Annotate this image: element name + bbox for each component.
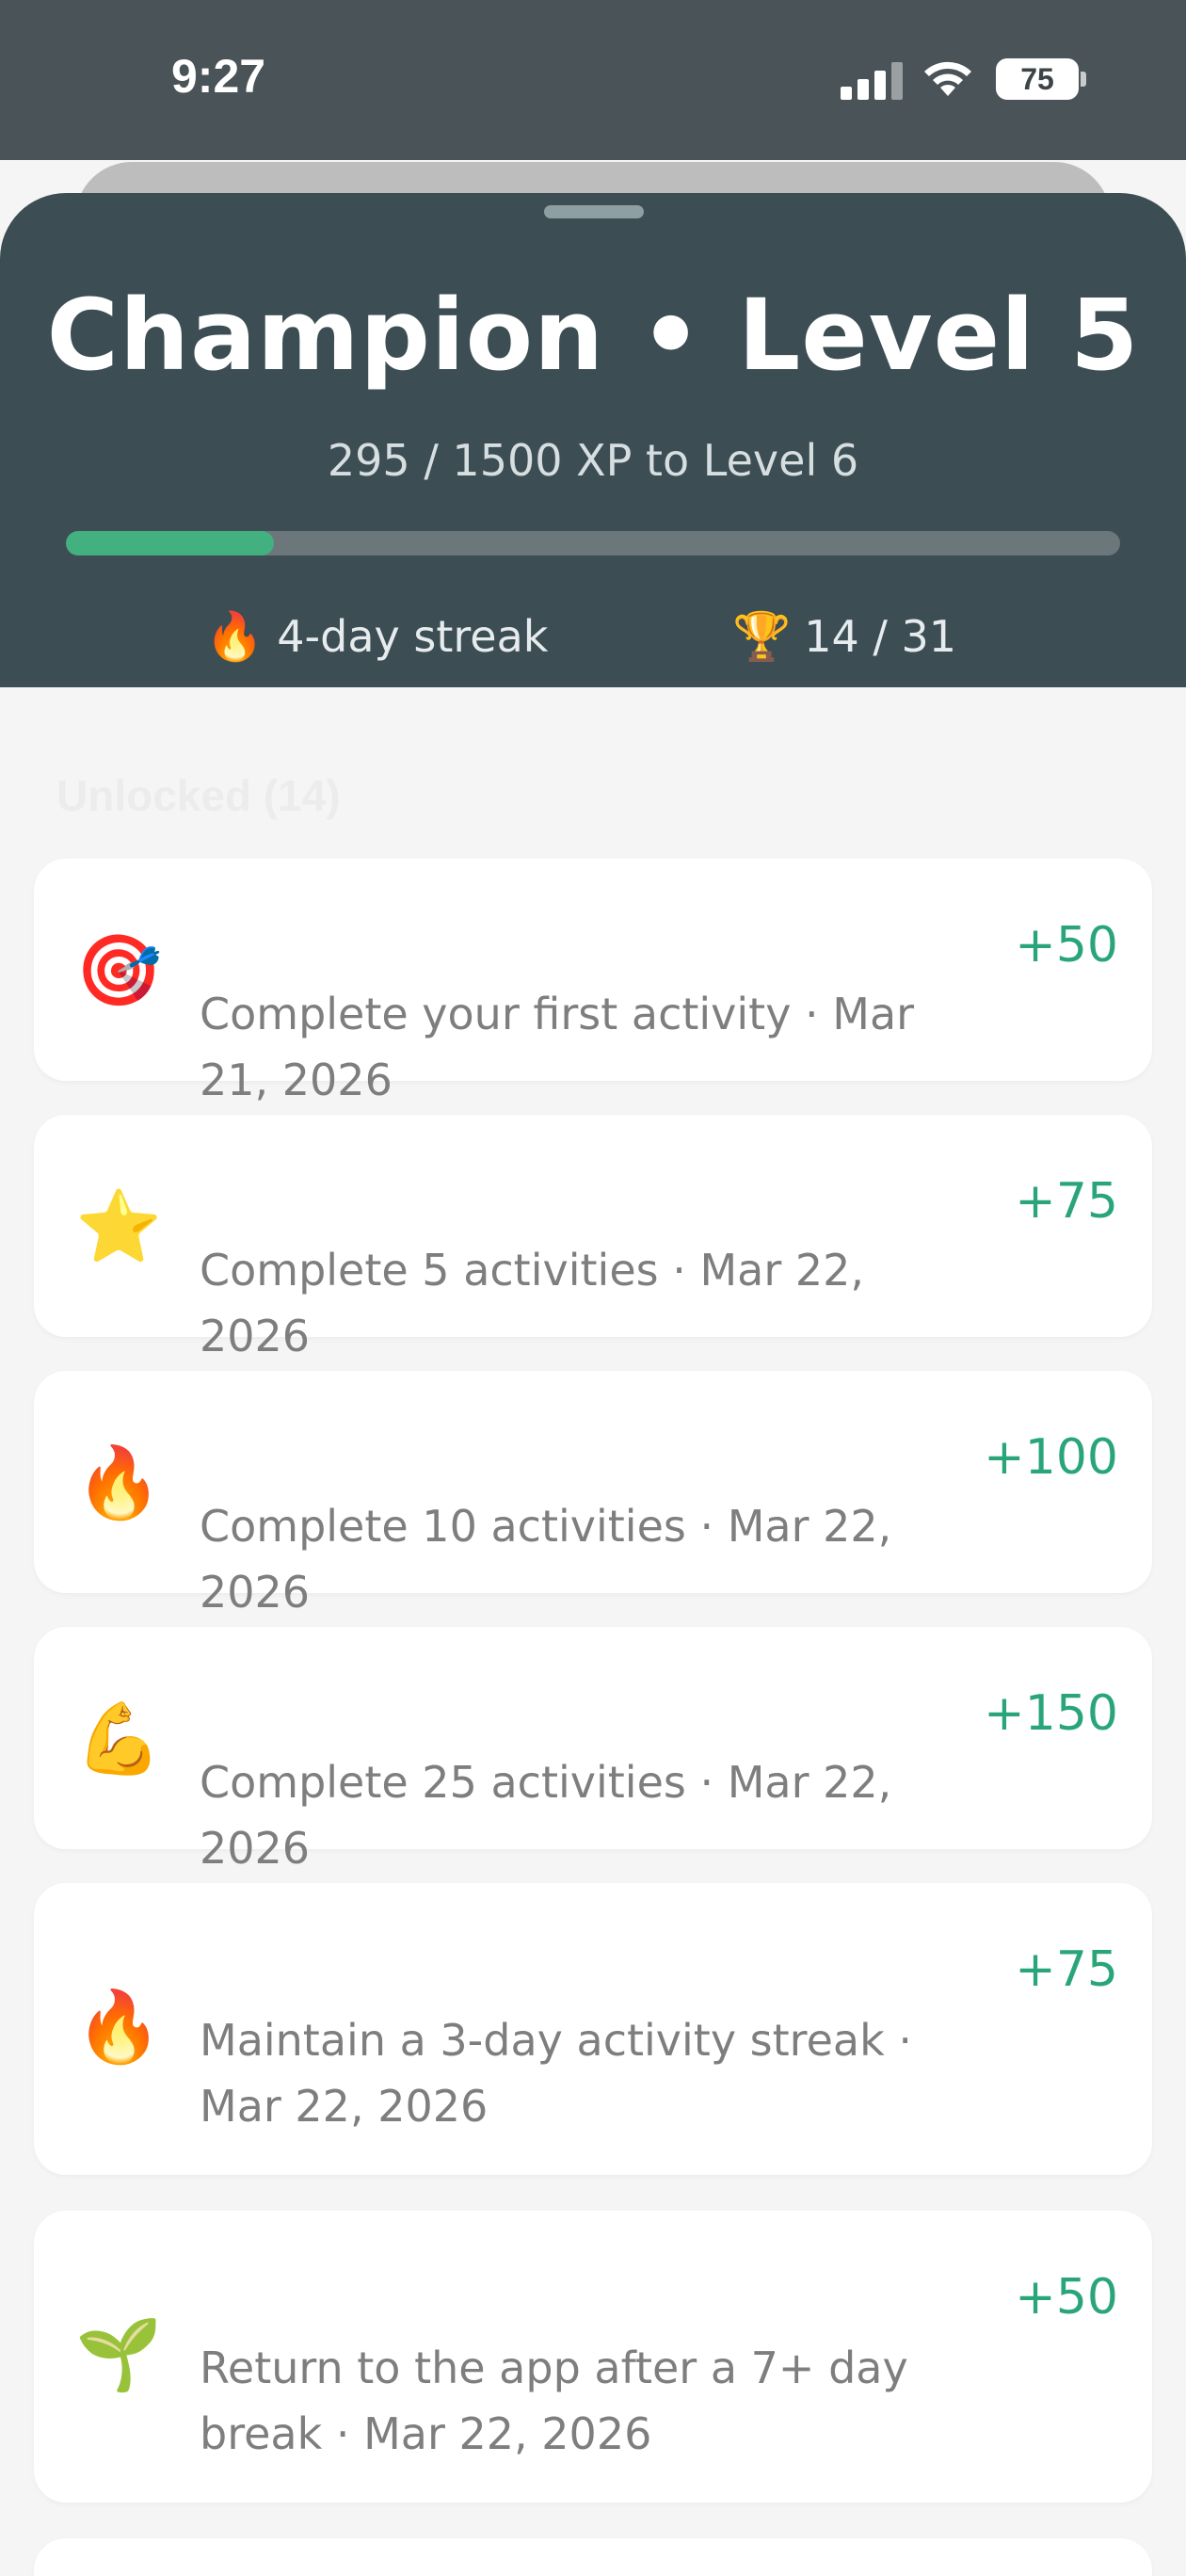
status-time: 9:27 <box>171 50 266 103</box>
battery-nub <box>1081 72 1086 87</box>
achievement-card[interactable]: 💪 +150 Complete 25 activities · Mar 22, … <box>34 1627 1152 1874</box>
achievement-card[interactable]: ⭐ +75 Complete 5 activities · Mar 22, 20… <box>34 1115 1152 1361</box>
battery-level: 75 <box>1020 62 1054 96</box>
battery-icon: 75 <box>996 58 1079 100</box>
fire-icon: 🔥 <box>75 1442 163 1523</box>
achievement-description: Complete your first activity · Mar 21, 2… <box>200 989 915 1105</box>
achievement-xp: +75 <box>1015 1941 1118 1998</box>
achievement-card[interactable] <box>34 2538 1152 2576</box>
xp-progress-text: 295 / 1500 XP to Level 6 <box>327 435 859 486</box>
flexed-biceps-icon: 💪 <box>75 1699 163 1779</box>
level-title: Champion • Level 5 <box>46 278 1140 393</box>
wifi-icon <box>924 61 971 96</box>
xp-progress-bar <box>66 531 1120 555</box>
achievement-card[interactable]: 🎯 +50 Complete your first activity · Mar… <box>34 859 1152 1105</box>
achievement-card[interactable]: 🔥 +100 Complete 10 activities · Mar 22, … <box>34 1371 1152 1618</box>
target-icon: 🎯 <box>75 930 163 1011</box>
achievement-xp: +75 <box>1015 1173 1118 1230</box>
trophy-count: 14 / 31 <box>804 611 957 662</box>
fire-icon: 🔥 <box>205 608 264 664</box>
streak-label: 4-day streak <box>277 611 549 662</box>
fire-icon: 🔥 <box>75 1987 163 2068</box>
achievement-card[interactable]: 🔥 +75 Maintain a 3-day activity streak ·… <box>34 1883 1152 2175</box>
achievement-xp: +50 <box>1015 2269 1118 2326</box>
cellular-signal-icon <box>841 60 903 100</box>
sheet-grabber[interactable] <box>544 205 644 218</box>
achievement-description: Maintain a 3-day activity streak · Mar 2… <box>200 2015 912 2132</box>
seedling-icon: 🌱 <box>75 2314 163 2395</box>
achievement-xp: +50 <box>1015 917 1118 974</box>
xp-progress-fill <box>66 531 274 555</box>
achievement-xp: +100 <box>984 1429 1118 1486</box>
achievement-description: Return to the app after a 7+ day break ·… <box>200 2343 908 2459</box>
section-title: Unlocked (14) <box>56 771 341 820</box>
achievement-card[interactable]: 🌱 +50 Return to the app after a 7+ day b… <box>34 2211 1152 2503</box>
achievement-description: Complete 10 activities · Mar 22, 2026 <box>200 1501 892 1618</box>
streak-stat: 🔥 4-day streak <box>205 607 548 666</box>
achievement-description: Complete 5 activities · Mar 22, 2026 <box>200 1245 865 1361</box>
achievement-description: Complete 25 activities · Mar 22, 2026 <box>200 1757 892 1874</box>
trophy-icon: 🏆 <box>732 608 792 664</box>
trophy-stat: 🏆 14 / 31 <box>732 607 956 666</box>
star-icon: ⭐ <box>75 1186 163 1267</box>
achievement-xp: +150 <box>984 1685 1118 1742</box>
